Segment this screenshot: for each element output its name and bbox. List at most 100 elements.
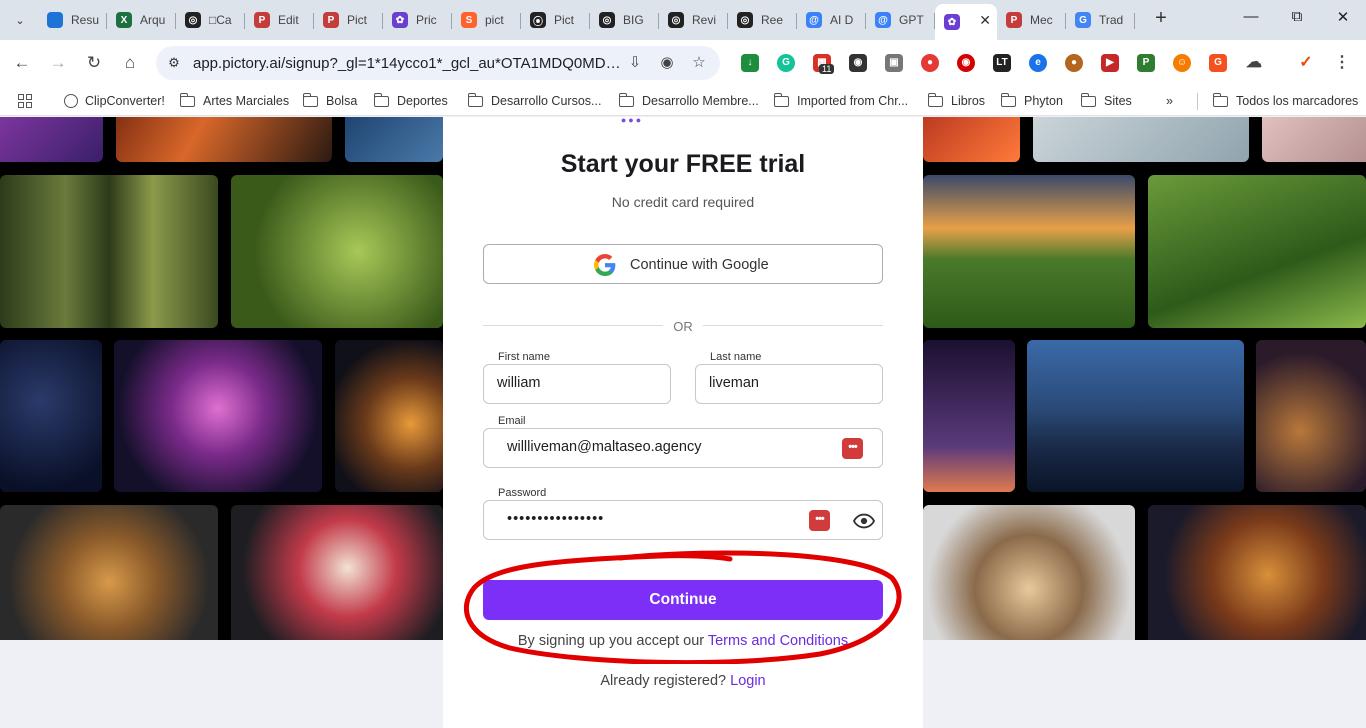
new-tab-button[interactable]: + xyxy=(1150,8,1172,30)
url-text[interactable]: app.pictory.ai/signup?_gl=1*14ycco1*_gcl… xyxy=(193,55,623,72)
bookmark-item[interactable]: Phyton xyxy=(1000,92,1063,110)
browser-tab[interactable]: G Trad xyxy=(1066,4,1135,36)
bookmark-item[interactable]: Sites xyxy=(1080,92,1132,110)
email-field[interactable]: Email ••• xyxy=(483,415,883,468)
browser-tab[interactable]: ⦿ Pict xyxy=(521,4,590,36)
g-extension-icon[interactable]: G xyxy=(1209,54,1227,72)
tab-label: Pict xyxy=(554,13,575,27)
browser-tab[interactable]: ✿ ✕ xyxy=(935,4,997,40)
browser-tab[interactable]: @ AI D xyxy=(797,4,866,36)
languagetool-icon[interactable]: LT xyxy=(993,54,1011,72)
reload-icon[interactable]: ↻ xyxy=(82,51,106,75)
bookmark-item[interactable]: Deportes xyxy=(373,92,448,110)
search-extension-icon[interactable]: P xyxy=(1137,54,1155,72)
pictory-icon: P xyxy=(254,12,270,28)
browser-tab[interactable]: X Arqu xyxy=(107,4,176,36)
bookmark-star-icon[interactable]: ☆ xyxy=(689,53,709,73)
login-link[interactable]: Login xyxy=(730,673,765,689)
window-close-icon[interactable]: ✕ xyxy=(1320,8,1366,32)
browser-tab[interactable]: P Mec xyxy=(997,4,1066,36)
bookmark-item[interactable]: ClipConverter! xyxy=(64,92,165,110)
incognito-extension-icon[interactable]: ◉ xyxy=(849,54,867,72)
tracking-eye-off-icon[interactable]: ◉ xyxy=(657,53,677,73)
restore-icon[interactable]: ⧉ xyxy=(1274,8,1320,32)
download-extension-icon[interactable]: ↓ xyxy=(741,54,759,72)
bookmark-item[interactable]: Desarrollo Membre... xyxy=(618,92,759,110)
pictory-icon: P xyxy=(1006,12,1022,28)
email-label: Email xyxy=(497,415,527,427)
bookmark-item[interactable]: Libros xyxy=(927,92,985,110)
browser-tab[interactable]: ◎ □Ca xyxy=(176,4,245,36)
all-bookmarks-button[interactable]: Todos los marcadores xyxy=(1212,92,1358,110)
gallery-photo-hills xyxy=(1148,175,1366,328)
email-input[interactable] xyxy=(507,439,797,455)
divider-line xyxy=(703,325,883,326)
octopus-icon: ✿ xyxy=(944,14,960,30)
video-extension-icon[interactable]: ▶ xyxy=(1101,54,1119,72)
apps-grid-icon[interactable] xyxy=(18,94,32,108)
last-name-input[interactable] xyxy=(709,375,869,391)
google-button-label: Continue with Google xyxy=(630,257,769,273)
tab-search-chevron-icon[interactable]: ⌄ xyxy=(8,9,32,31)
password-manager-icon[interactable]: ••• xyxy=(809,510,830,531)
terms-notice: By signing up you accept our Terms and C… xyxy=(517,633,849,649)
password-field[interactable]: Password ••• xyxy=(483,487,883,540)
continue-button[interactable]: Continue xyxy=(483,580,883,620)
folder-icon xyxy=(1080,92,1096,107)
bookmark-item[interactable]: Imported from Chr... xyxy=(773,92,908,110)
blue-extension-icon[interactable]: e xyxy=(1029,54,1047,72)
extensions-puzzle-icon[interactable]: ☁ xyxy=(1245,54,1263,72)
bookmark-item[interactable]: Bolsa xyxy=(302,92,357,110)
folder-icon xyxy=(773,92,789,107)
extension-badge: 11 xyxy=(819,64,835,74)
home-icon[interactable]: ⌂ xyxy=(118,51,142,75)
bookmark-item[interactable]: Artes Marciales xyxy=(179,92,289,110)
bookmarks-bar: ClipConverter! Artes Marciales Bolsa Deport… xyxy=(0,86,1366,116)
minimize-icon[interactable]: — xyxy=(1228,8,1274,32)
tab-close-icon[interactable]: ✕ xyxy=(979,12,991,29)
robot-extension-icon[interactable]: ☺ xyxy=(1173,54,1191,72)
browser-tab[interactable]: ✿ Pric xyxy=(383,4,452,36)
pokeball-extension-icon[interactable]: ● xyxy=(921,54,939,72)
page-title: Start your FREE trial xyxy=(560,150,806,178)
back-icon[interactable]: ← xyxy=(10,51,34,75)
site-settings-icon[interactable]: ⚙ xyxy=(165,54,183,72)
translate-icon: G xyxy=(1075,12,1091,28)
google-icon xyxy=(594,254,616,276)
signup-card: ●●● Start your FREE trial No credit card… xyxy=(443,115,923,728)
browser-tab[interactable]: ◎ Revi xyxy=(659,4,728,36)
browser-tab[interactable]: ◎ BIG xyxy=(590,4,659,36)
bookmarks-overflow-button[interactable]: » xyxy=(1166,92,1173,110)
address-bar[interactable]: ⚙ app.pictory.ai/signup?_gl=1*14ycco1*_g… xyxy=(156,46,720,80)
terms-link[interactable]: Terms and Conditions xyxy=(708,633,848,649)
gpt-spiral-icon: @ xyxy=(806,12,822,28)
show-password-eye-icon[interactable] xyxy=(853,512,875,530)
forward-icon[interactable]: → xyxy=(46,51,70,75)
folder-icon xyxy=(927,92,943,107)
first-name-input[interactable] xyxy=(497,375,657,391)
record-extension-icon[interactable]: ◉ xyxy=(957,54,975,72)
cookie-extension-icon[interactable]: ● xyxy=(1065,54,1083,72)
continue-with-google-button[interactable]: Continue with Google xyxy=(483,244,883,284)
password-input[interactable] xyxy=(507,511,797,527)
tab-label: Resu xyxy=(71,13,100,27)
tab-label: BIG xyxy=(623,13,644,27)
menu-kebab-icon[interactable]: ⋮ xyxy=(1333,54,1351,72)
profile-fox-icon[interactable]: ✓ xyxy=(1297,54,1315,72)
browser-tab[interactable]: ◎ Ree xyxy=(728,4,797,36)
password-manager-icon[interactable]: ••• xyxy=(842,438,863,459)
browser-tab[interactable]: Resu xyxy=(38,4,107,36)
bookmark-item[interactable]: Desarrollo Cursos... xyxy=(467,92,601,110)
last-name-field[interactable]: Last name xyxy=(695,351,883,404)
browser-tab[interactable]: P Pict xyxy=(314,4,383,36)
gallery-photo-dish xyxy=(923,505,1135,640)
openai-icon: ◎ xyxy=(737,12,753,28)
gallery-photo-fire xyxy=(335,340,443,492)
screenshot-extension-icon[interactable]: ▣ xyxy=(885,54,903,72)
install-app-icon[interactable]: ⇩ xyxy=(625,53,645,73)
browser-tab[interactable]: @ GPT xyxy=(866,4,935,36)
browser-tab[interactable]: P Edit xyxy=(245,4,314,36)
grammarly-icon[interactable]: G xyxy=(777,54,795,72)
first-name-field[interactable]: First name xyxy=(483,351,671,404)
browser-tab[interactable]: Spict xyxy=(452,4,521,36)
